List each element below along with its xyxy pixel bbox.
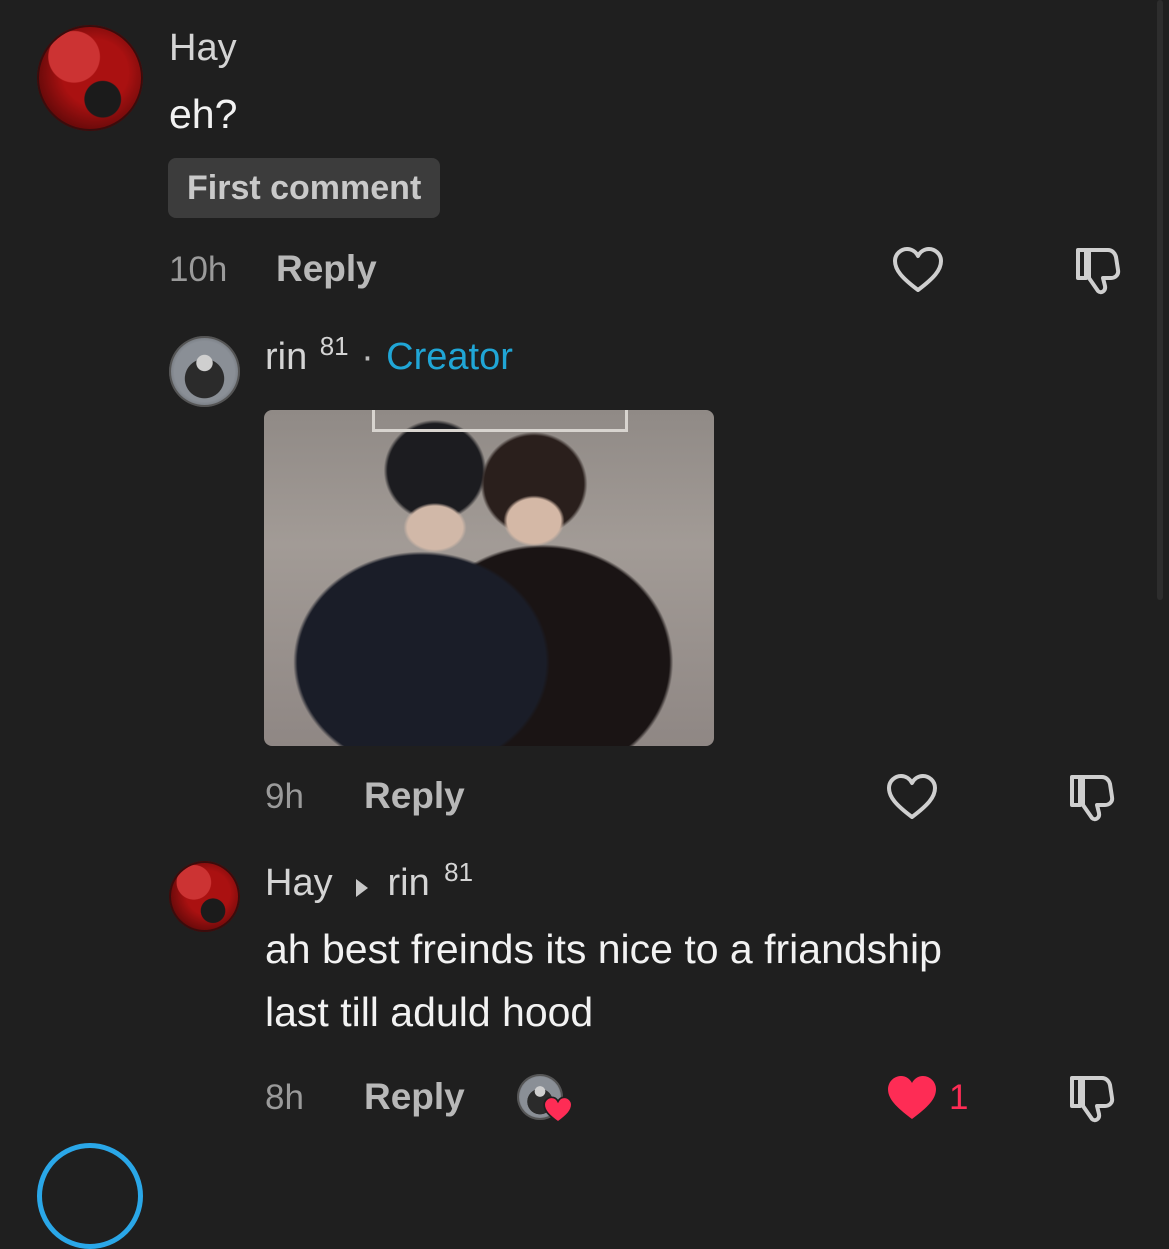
- avatar[interactable]: [169, 861, 240, 932]
- reply-to-author[interactable]: rin: [387, 862, 429, 904]
- dislike-icon[interactable]: [1072, 246, 1124, 296]
- creator-liked-avatar: [517, 1074, 577, 1126]
- comment-text-line: ah best freinds its nice to a friandship: [265, 926, 942, 972]
- heart-filled-icon: [543, 1096, 573, 1124]
- reply-arrow-icon: [355, 878, 369, 903]
- avatar[interactable]: [37, 1143, 143, 1249]
- first-comment-badge: First comment: [168, 158, 441, 218]
- like-count: 1: [949, 1078, 969, 1117]
- avatar[interactable]: [37, 25, 143, 131]
- comment-author[interactable]: Hay: [265, 862, 333, 904]
- author-number: 81: [319, 331, 349, 361]
- comment-text: eh?: [169, 91, 238, 137]
- comment-photo[interactable]: [264, 410, 714, 746]
- comment-time: 8h: [265, 1078, 304, 1117]
- dislike-icon[interactable]: [1066, 1074, 1118, 1124]
- author-number: 81: [444, 857, 474, 887]
- heart-outline-icon[interactable]: [886, 773, 938, 821]
- creator-label: Creator: [386, 336, 513, 378]
- comment-text: ah best freinds its nice to a friandship…: [265, 918, 942, 1044]
- reply-button[interactable]: Reply: [364, 775, 465, 817]
- heart-outline-icon[interactable]: [892, 246, 944, 294]
- comment-time: 10h: [169, 250, 228, 289]
- dislike-icon[interactable]: [1066, 773, 1118, 823]
- scrollbar[interactable]: [1157, 0, 1163, 600]
- heart-filled-icon[interactable]: [886, 1074, 938, 1122]
- reply-button[interactable]: Reply: [364, 1076, 465, 1118]
- reply-button[interactable]: Reply: [276, 248, 377, 290]
- comment-text-line: last till aduld hood: [265, 989, 594, 1035]
- separator: ·: [361, 336, 374, 378]
- avatar[interactable]: [169, 336, 240, 407]
- comment-time: 9h: [265, 777, 304, 816]
- comment-header: rin 81 · Creator: [265, 331, 513, 386]
- comment-header: Hay rin 81: [265, 857, 473, 912]
- comment-author[interactable]: rin: [265, 336, 307, 378]
- comment-author[interactable]: Hay: [169, 27, 237, 70]
